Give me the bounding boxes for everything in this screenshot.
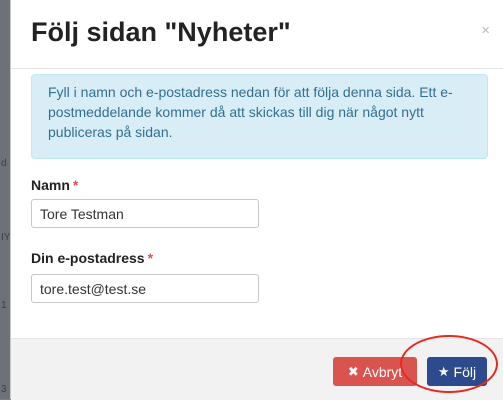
email-input[interactable] — [31, 274, 259, 303]
background-text-fragment: d — [1, 158, 7, 169]
required-marker: * — [147, 250, 154, 266]
name-input[interactable] — [31, 199, 259, 228]
name-label: Namn * — [31, 177, 78, 193]
required-marker: * — [72, 177, 79, 193]
info-message: Fyll i namn och e-postadress nedan för a… — [31, 74, 488, 159]
dialog-header: Följ sidan "Nyheter" × — [11, 0, 503, 69]
cancel-button-label: Avbryt — [362, 363, 403, 380]
close-icon[interactable]: × — [481, 22, 490, 39]
email-label: Din e-postadress * — [31, 250, 153, 266]
dialog-title: Följ sidan "Nyheter" — [31, 17, 291, 47]
page-backdrop — [0, 0, 10, 399]
background-text-fragment: 3 — [1, 384, 7, 395]
background-text-fragment: 1 — [1, 300, 7, 311]
highlight-annotation — [400, 335, 498, 393]
close-icon: ✖ — [347, 363, 359, 379]
name-label-text: Namn — [31, 177, 70, 193]
email-label-text: Din e-postadress — [31, 250, 145, 266]
